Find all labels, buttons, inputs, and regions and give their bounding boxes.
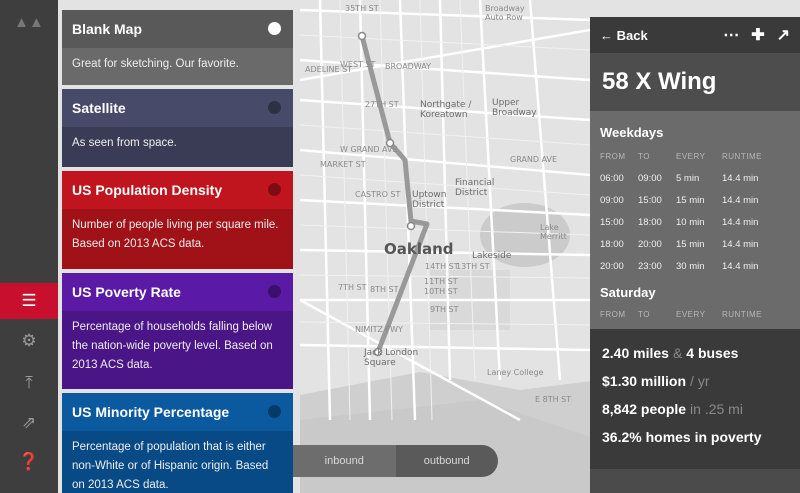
map-label: WEST ST	[340, 60, 376, 69]
inbound-button[interactable]: inbound	[293, 445, 396, 477]
map-label: Lake Merritt	[540, 223, 567, 241]
route-toolbar: ← Back ⋯ ✚ ↗	[590, 17, 800, 53]
layer-description: Number of people living per square mile.…	[62, 209, 293, 269]
map-label: NIMITZ FWY	[355, 325, 403, 334]
arrow-left-icon: ←	[600, 27, 613, 43]
layer-title: Blank Map	[72, 21, 143, 37]
export-icon[interactable]: ⇗	[0, 405, 58, 441]
map-label: Laney College	[487, 368, 544, 377]
direction-toggle: inbound outbound	[293, 445, 498, 477]
map-label: GRAND AVE	[510, 155, 558, 164]
outbound-button[interactable]: outbound	[396, 445, 499, 477]
map-label: Financial District	[455, 178, 495, 198]
layer-option-minority-percentage[interactable]: US Minority Percentage Percentage of pop…	[62, 393, 293, 493]
schedule-section: Weekdays FROM TO EVERY RUNTIME 06:00 09:0…	[590, 111, 800, 329]
map-label: 14TH ST	[425, 262, 459, 271]
schedule-row: 15:00 18:00 10 min 14.4 min	[600, 216, 759, 228]
schedule-row: 06:00 09:00 5 min 14.4 min	[600, 172, 759, 184]
layer-title: US Population Density	[72, 182, 223, 198]
map-label: Broadway Auto Row	[485, 4, 525, 22]
map-label: Lakeside	[472, 251, 512, 261]
map-label: MARKET ST	[320, 160, 366, 169]
stat-distance: 2.40 miles & 4 buses	[602, 345, 739, 361]
layer-title: US Minority Percentage	[72, 404, 230, 420]
map-label: 8TH ST	[370, 285, 399, 294]
map-label: 11TH ST	[424, 277, 458, 286]
icon-sidebar: ▲▲ ☰ ⚙ ⤒ ⇗ ❓	[0, 0, 58, 493]
layer-option-population-density[interactable]: US Population Density Number of people l…	[62, 171, 293, 269]
saturday-heading: Saturday	[600, 285, 656, 300]
layer-description: Great for sketching. Our favorite.	[62, 48, 293, 85]
schedule-header: FROM TO EVERY RUNTIME	[600, 309, 762, 319]
map-label: Northgate / Koreatown	[420, 100, 472, 120]
logo-icon[interactable]: ▲▲	[0, 4, 58, 40]
layer-header[interactable]: Blank Map	[62, 10, 293, 48]
radio-icon[interactable]	[268, 183, 281, 196]
stat-poverty: 36.2% homes in poverty	[602, 429, 762, 445]
layers-icon[interactable]: ☰	[0, 283, 58, 319]
layer-panel: Blank Map Great for sketching. Our favor…	[62, 0, 293, 493]
map-label: Jack London Square	[364, 348, 419, 368]
layer-description: Percentage of population that is either …	[62, 431, 293, 493]
map-label: 9TH ST	[430, 305, 459, 314]
layer-header[interactable]: Satellite	[62, 89, 293, 127]
layer-title: US Poverty Rate	[72, 284, 181, 300]
more-icon[interactable]: ⋯	[723, 25, 739, 45]
schedule-row: 18:00 20:00 15 min 14.4 min	[600, 238, 759, 250]
stat-cost: $1.30 million / yr	[602, 373, 710, 389]
radio-icon[interactable]	[268, 101, 281, 114]
add-icon[interactable]: ✚	[751, 25, 764, 45]
layer-description: As seen from space.	[62, 127, 293, 167]
layer-description: Percentage of households falling below t…	[62, 311, 293, 389]
map-label-city: Oakland	[384, 240, 454, 258]
layer-option-poverty-rate[interactable]: US Poverty Rate Percentage of households…	[62, 273, 293, 389]
layer-header[interactable]: US Poverty Rate	[62, 273, 293, 311]
route-panel: ← Back ⋯ ✚ ↗ 58 X Wing Weekdays FROM TO …	[590, 17, 800, 493]
schedule-header: FROM TO EVERY RUNTIME	[600, 151, 762, 161]
map-label: 35TH ST	[345, 4, 379, 13]
help-icon[interactable]: ❓	[0, 444, 58, 480]
map-label: 7TH ST	[338, 283, 367, 292]
route-title: 58 X Wing	[590, 53, 800, 111]
radio-selected-icon[interactable]	[268, 22, 281, 35]
radio-icon[interactable]	[268, 285, 281, 298]
stat-people: 8,842 people in .25 mi	[602, 401, 743, 417]
expand-icon[interactable]: ↗	[777, 25, 790, 45]
map-label: BROADWAY	[385, 62, 432, 71]
layer-header[interactable]: US Minority Percentage	[62, 393, 293, 431]
map-label: Upper Broadway	[492, 98, 537, 118]
back-button[interactable]: ← Back	[600, 28, 648, 43]
map-label: CASTRO ST	[355, 190, 401, 199]
radio-icon[interactable]	[268, 405, 281, 418]
layer-option-blank-map[interactable]: Blank Map Great for sketching. Our favor…	[62, 10, 293, 85]
layer-option-satellite[interactable]: Satellite As seen from space.	[62, 89, 293, 167]
map-label: 13TH ST	[456, 262, 490, 271]
layer-header[interactable]: US Population Density	[62, 171, 293, 209]
weekdays-heading: Weekdays	[600, 125, 664, 140]
map-label: E 8TH ST	[535, 395, 572, 404]
map-label: 27TH ST	[365, 100, 399, 109]
layer-title: Satellite	[72, 100, 126, 116]
schedule-row: 09:00 15:00 15 min 14.4 min	[600, 194, 759, 206]
map-label: W GRAND AVE	[340, 145, 398, 154]
schedule-row: 20:00 23:00 30 min 14.4 min	[600, 260, 759, 272]
route-stop	[357, 31, 367, 41]
upload-icon[interactable]: ⤒	[0, 365, 58, 401]
route-stats: 2.40 miles & 4 buses $1.30 million / yr …	[590, 329, 800, 469]
gear-icon[interactable]: ⚙	[0, 323, 58, 359]
route-stop	[406, 221, 416, 231]
map-label: 10TH ST	[424, 287, 458, 296]
